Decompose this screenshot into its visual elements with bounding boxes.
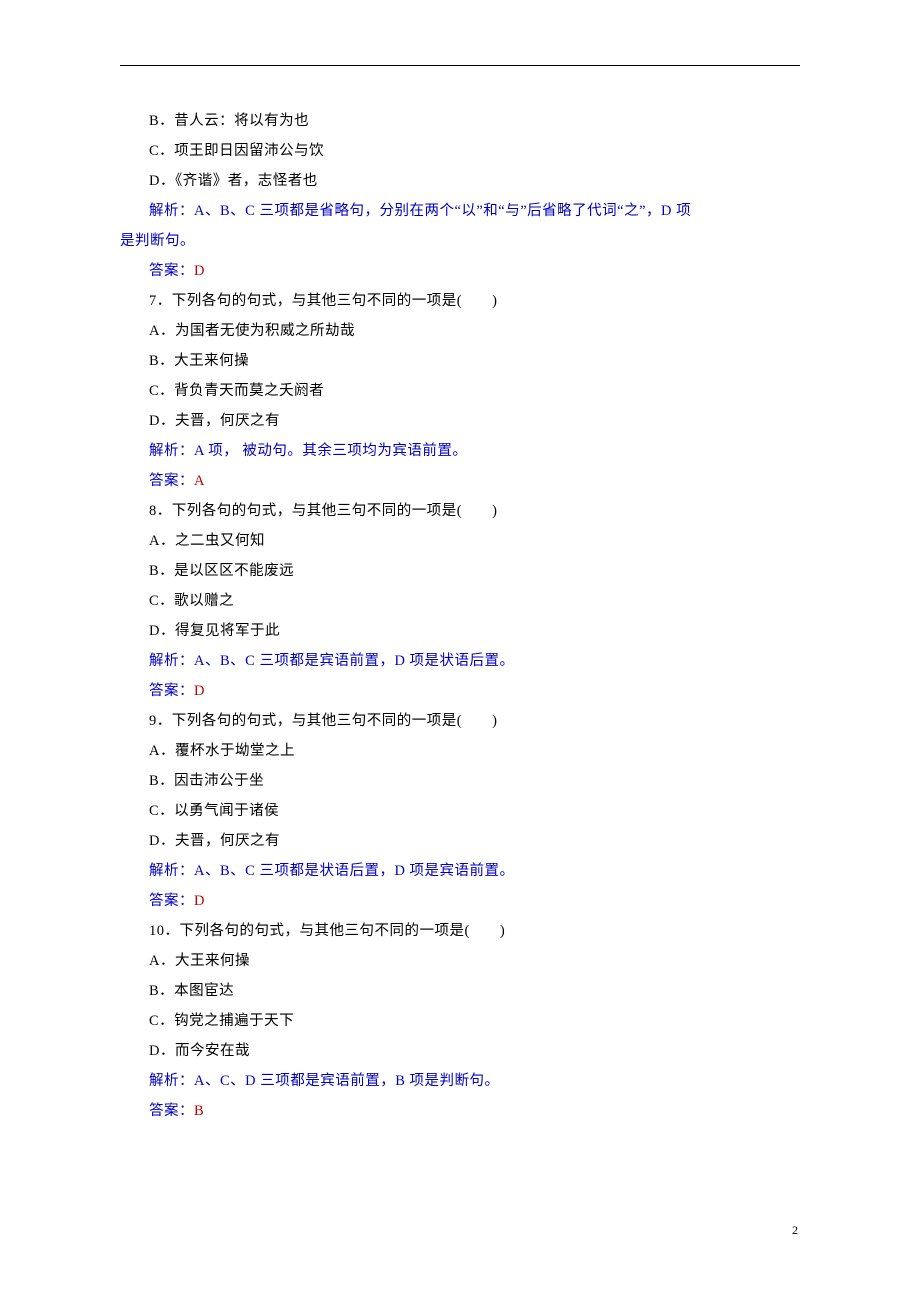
explanation-label: 解析： — [149, 1073, 194, 1089]
text-line: 答案：D — [120, 676, 800, 706]
answer-label: 答案： — [149, 683, 194, 699]
option-text: D．而今安在哉 — [149, 1043, 250, 1059]
text-line: 10．下列各句的句式，与其他三句不同的一项是( ) — [120, 916, 800, 946]
text-line: C．钩党之捕遍于天下 — [120, 1006, 800, 1036]
text-line: C．项王即日因留沛公与饮 — [120, 136, 800, 166]
text-line: C．背负青天而莫之夭阏者 — [120, 376, 800, 406]
question-text: 10．下列各句的句式，与其他三句不同的一项是( ) — [149, 923, 505, 939]
text-line: A．为国者无使为积威之所劫哉 — [120, 316, 800, 346]
option-text: C．背负青天而莫之夭阏者 — [149, 383, 324, 399]
text-line: 答案：D — [120, 886, 800, 916]
option-text: D．《齐谐》者，志怪者也 — [149, 173, 318, 189]
text-line: B．因击沛公于坐 — [120, 766, 800, 796]
option-text: C．钩党之捕遍于天下 — [149, 1013, 294, 1029]
answer-value: D — [194, 893, 205, 909]
text-line: 解析：A、B、C 三项都是状语后置，D 项是宾语前置。 — [120, 856, 800, 886]
text-line: D．得复见将军于此 — [120, 616, 800, 646]
option-text: B．大王来何操 — [149, 353, 249, 369]
top-divider — [120, 65, 800, 66]
explanation-text: A 项， 被动句。其余三项均为宾语前置。 — [194, 443, 467, 459]
explanation-text: A、C、D 三项都是宾语前置，B 项是判断句。 — [194, 1073, 500, 1089]
body-text: B．昔人云：将以有为也C．项王即日因留沛公与饮D．《齐谐》者，志怪者也解析：A、… — [120, 106, 800, 1126]
explanation-text: 是判断句。 — [120, 233, 195, 249]
text-line: 解析：A、B、C 三项都是省略句，分别在两个“以”和“与”后省略了代词“之”，D… — [120, 196, 800, 226]
text-line: 8．下列各句的句式，与其他三句不同的一项是( ) — [120, 496, 800, 526]
text-line: A．覆杯水于坳堂之上 — [120, 736, 800, 766]
option-text: C．以勇气闻于诸侯 — [149, 803, 279, 819]
option-text: A．覆杯水于坳堂之上 — [149, 743, 295, 759]
option-text: A．为国者无使为积威之所劫哉 — [149, 323, 355, 339]
text-line: 解析：A、B、C 三项都是宾语前置，D 项是状语后置。 — [120, 646, 800, 676]
explanation-text: A、B、C 三项都是宾语前置，D 项是状语后置。 — [194, 653, 515, 669]
explanation-label: 解析： — [149, 863, 194, 879]
text-line: D．《齐谐》者，志怪者也 — [120, 166, 800, 196]
text-line: A．之二虫又何知 — [120, 526, 800, 556]
text-line: A．大王来何操 — [120, 946, 800, 976]
question-text: 7．下列各句的句式，与其他三句不同的一项是( ) — [149, 293, 497, 309]
text-line: 答案：D — [120, 256, 800, 286]
option-text: D．得复见将军于此 — [149, 623, 280, 639]
text-line: B．是以区区不能废远 — [120, 556, 800, 586]
option-text: B．本图宦达 — [149, 983, 234, 999]
option-text: B．昔人云：将以有为也 — [149, 113, 309, 129]
question-text: 9．下列各句的句式，与其他三句不同的一项是( ) — [149, 713, 497, 729]
explanation-label: 解析： — [149, 653, 194, 669]
text-line: D．夫晋，何厌之有 — [120, 406, 800, 436]
option-text: A．大王来何操 — [149, 953, 250, 969]
text-line: 7．下列各句的句式，与其他三句不同的一项是( ) — [120, 286, 800, 316]
answer-value: A — [194, 473, 205, 489]
question-text: 8．下列各句的句式，与其他三句不同的一项是( ) — [149, 503, 497, 519]
document-page: B．昔人云：将以有为也C．项王即日因留沛公与饮D．《齐谐》者，志怪者也解析：A、… — [0, 0, 920, 1126]
answer-label: 答案： — [149, 1103, 194, 1119]
text-line: B．本图宦达 — [120, 976, 800, 1006]
text-line: 答案：B — [120, 1096, 800, 1126]
answer-value: B — [194, 1103, 204, 1119]
option-text: D．夫晋，何厌之有 — [149, 413, 280, 429]
explanation-text: A、B、C 三项都是状语后置，D 项是宾语前置。 — [194, 863, 515, 879]
answer-value: D — [194, 263, 205, 279]
option-text: C．项王即日因留沛公与饮 — [149, 143, 324, 159]
text-line: B．大王来何操 — [120, 346, 800, 376]
text-line: 9．下列各句的句式，与其他三句不同的一项是( ) — [120, 706, 800, 736]
answer-value: D — [194, 683, 205, 699]
option-text: B．是以区区不能废远 — [149, 563, 294, 579]
option-text: A．之二虫又何知 — [149, 533, 265, 549]
text-line: C．以勇气闻于诸侯 — [120, 796, 800, 826]
text-line: C．歌以赠之 — [120, 586, 800, 616]
text-line: 解析：A、C、D 三项都是宾语前置，B 项是判断句。 — [120, 1066, 800, 1096]
answer-label: 答案： — [149, 893, 194, 909]
explanation-text: A、B、C 三项都是省略句，分别在两个“以”和“与”后省略了代词“之”，D 项 — [194, 203, 691, 219]
option-text: C．歌以赠之 — [149, 593, 234, 609]
page-number: 2 — [792, 1223, 798, 1238]
answer-label: 答案： — [149, 473, 194, 489]
text-line: D．而今安在哉 — [120, 1036, 800, 1066]
text-line: B．昔人云：将以有为也 — [120, 106, 800, 136]
text-line: 是判断句。 — [120, 226, 800, 256]
text-line: 答案：A — [120, 466, 800, 496]
option-text: B．因击沛公于坐 — [149, 773, 264, 789]
option-text: D．夫晋，何厌之有 — [149, 833, 280, 849]
text-line: 解析：A 项， 被动句。其余三项均为宾语前置。 — [120, 436, 800, 466]
explanation-label: 解析： — [149, 203, 194, 219]
answer-label: 答案： — [149, 263, 194, 279]
explanation-label: 解析： — [149, 443, 194, 459]
text-line: D．夫晋，何厌之有 — [120, 826, 800, 856]
